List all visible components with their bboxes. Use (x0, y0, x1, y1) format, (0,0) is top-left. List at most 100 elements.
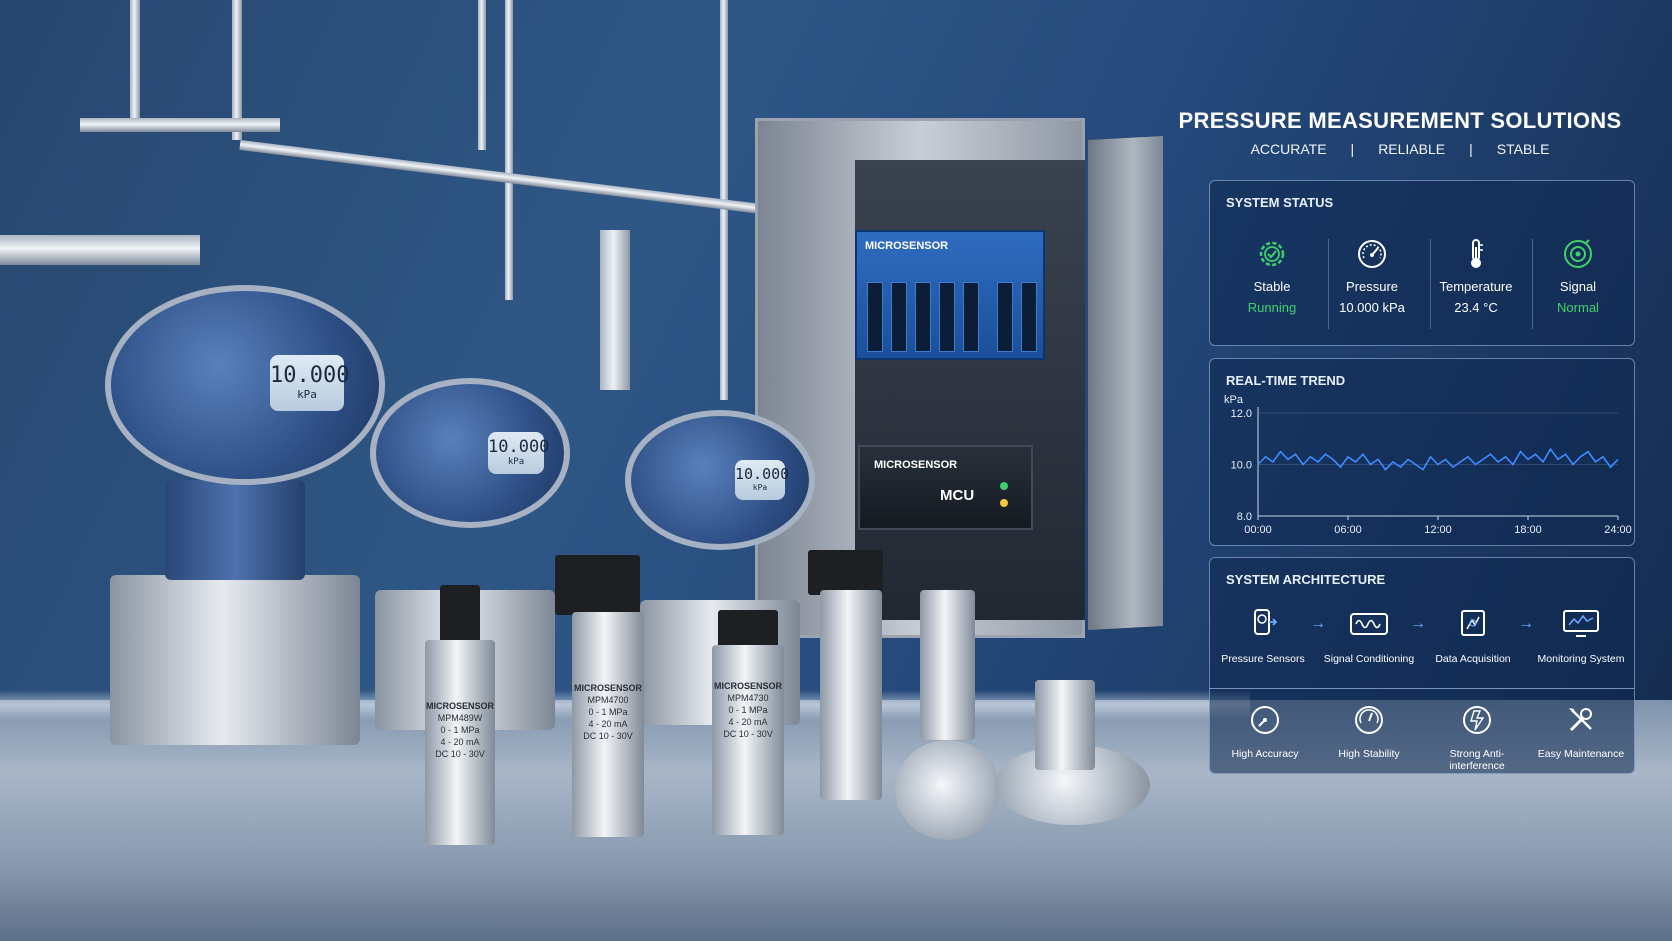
sensor-label: MICROSENSOR MPM4700 0 - 1 MPa 4 - 20 mA … (572, 682, 644, 742)
mcu-brand-label: MICROSENSOR (874, 459, 958, 471)
tagline-item: RELIABLE (1378, 141, 1446, 157)
tagline-separator: | (1350, 141, 1355, 157)
feature-easy-maintenance: Easy Maintenance (1526, 703, 1636, 760)
status-item-pressure: Pressure 10.000 kPa (1322, 237, 1422, 315)
feature-label: Strong Anti-interference (1449, 748, 1505, 772)
y-tick-label: 12.0 (1231, 408, 1252, 420)
tagline-separator: | (1469, 141, 1473, 157)
gear-check-icon (1259, 241, 1285, 267)
arch-label: Pressure Sensors (1221, 653, 1305, 665)
sensor-connector (555, 555, 640, 615)
status-value: Normal (1557, 300, 1599, 315)
feature-high-stability: High Stability (1314, 703, 1424, 760)
signal-target-icon (1564, 239, 1592, 268)
pressure-sensor: MICROSENSOR MPM489W 0 - 1 MPa 4 - 20 mA … (425, 640, 495, 845)
trend-chart: kPa 12.0 10.0 8.000:00 06:00 12:00 18:00 24:00 (1224, 394, 1632, 536)
status-value: 10.000 kPa (1339, 300, 1405, 315)
display-unit: kPa (752, 483, 768, 492)
plc-slot (1021, 282, 1037, 352)
transmitter-display: 10.000 kPa (270, 355, 350, 411)
arch-label: Monitoring System (1537, 653, 1625, 665)
y-tick-label: 8.0 (1237, 511, 1252, 523)
arch-label: Signal Conditioning (1323, 653, 1415, 665)
plc-slot (963, 282, 979, 352)
transmitter-display: 10.000 kPa (488, 432, 550, 474)
x-tick-label: 00:00 (1244, 524, 1272, 536)
plc-slot (915, 282, 931, 352)
transmitter-flange (110, 575, 360, 745)
status-label: Temperature (1439, 279, 1513, 294)
sensor-output: 4 - 20 mA (728, 717, 768, 727)
pressure-sensor: MICROSENSOR MPM4730 0 - 1 MPa 4 - 20 mA … (712, 645, 784, 835)
plc-brand-label: MICROSENSOR (865, 240, 949, 252)
x-tick-label: 12:00 (1424, 524, 1452, 536)
display-value: 10.000 (735, 465, 790, 483)
pressure-sensor-icon (1254, 609, 1278, 635)
sensor-range: 0 - 1 MPa (588, 707, 628, 717)
feature-label: High Stability (1338, 748, 1400, 760)
sensor-connector (440, 585, 480, 645)
sensor-supply: DC 10 - 30V (435, 749, 485, 759)
sensor-label: MICROSENSOR MPM4730 0 - 1 MPa 4 - 20 mA … (712, 680, 784, 740)
trend-line (1257, 447, 1619, 471)
cabinet-door (1088, 136, 1163, 630)
sensor-supply: DC 10 - 30V (583, 731, 633, 741)
sensor-range: 0 - 1 MPa (728, 705, 768, 715)
accuracy-gauge-icon (1251, 706, 1279, 734)
tagline: ACCURATE | RELIABLE | STABLE (1150, 141, 1650, 157)
plc-module: MICROSENSOR (855, 230, 1045, 360)
plc-slot (939, 282, 955, 352)
arch-step-monitoring-system: Monitoring System (1526, 606, 1636, 665)
features-card: High Accuracy High Stability Strong Anti… (1209, 688, 1635, 774)
status-label: Pressure (1345, 279, 1399, 294)
sensor-connector (808, 550, 883, 595)
status-label: Stable (1253, 279, 1291, 294)
status-led (1000, 482, 1008, 490)
mcu-label: MCU (940, 487, 975, 504)
pipe (478, 0, 486, 150)
anti-interference-icon (1463, 706, 1491, 734)
page-title: PRESSURE MEASUREMENT SOLUTIONS (1178, 108, 1622, 133)
system-status-card: SYSTEM STATUS Stable Running Pressure 10… (1209, 180, 1635, 346)
display-unit: kPa (507, 457, 525, 467)
cabinet-interior (855, 160, 1085, 620)
card-title: REAL-TIME TREND (1226, 373, 1346, 388)
sensor-model: MPM4700 (587, 695, 629, 705)
data-acquisition-icon (1461, 610, 1485, 636)
sensor-output: 4 - 20 mA (440, 737, 480, 747)
sensor-model: MPM489W (437, 713, 483, 723)
transmitter-neck (165, 480, 305, 580)
display-value: 10.000 (488, 437, 550, 457)
feature-label: High Accuracy (1231, 748, 1299, 760)
pressure-sensor (820, 590, 882, 800)
tagline-item: ACCURATE (1250, 141, 1327, 157)
sensor-supply: DC 10 - 30V (723, 729, 773, 739)
y-tick-label: 10.0 (1231, 460, 1252, 472)
status-label: Signal (1559, 279, 1597, 294)
tools-icon (1569, 708, 1592, 732)
pipe (505, 0, 513, 300)
display-value: 10.000 (270, 363, 350, 388)
status-item-stable: Stable Running (1222, 237, 1322, 315)
system-architecture-card: SYSTEM ARCHITECTURE Pressure Sensors → S… (1209, 557, 1635, 689)
status-item-signal: Signal Normal (1528, 237, 1628, 315)
sensor-range: 0 - 1 MPa (440, 725, 480, 735)
pipe (600, 230, 630, 390)
tagline-item: STABLE (1496, 141, 1550, 157)
status-item-temperature: Temperature 23.4 °C (1426, 237, 1526, 315)
pipe (239, 140, 757, 214)
x-tick-label: 06:00 (1334, 524, 1362, 536)
pressure-sensor (920, 590, 975, 740)
sensor-connector (718, 610, 778, 650)
sensor-brand: MICROSENSOR (573, 683, 642, 693)
sensor-model: MPM4730 (727, 693, 769, 703)
display-unit: kPa (297, 388, 317, 401)
x-tick-label: 24:00 (1604, 524, 1632, 536)
transmitter-display: 10.000 kPa (735, 460, 790, 500)
feature-anti-interference: Strong Anti-interference (1422, 703, 1532, 772)
sensor-output: 4 - 20 mA (588, 719, 628, 729)
arch-step-data-acquisition: Data Acquisition (1418, 606, 1528, 665)
pipe (0, 235, 200, 265)
arch-step-pressure-sensors: Pressure Sensors (1208, 606, 1318, 665)
x-tick-label: 18:00 (1514, 524, 1542, 536)
